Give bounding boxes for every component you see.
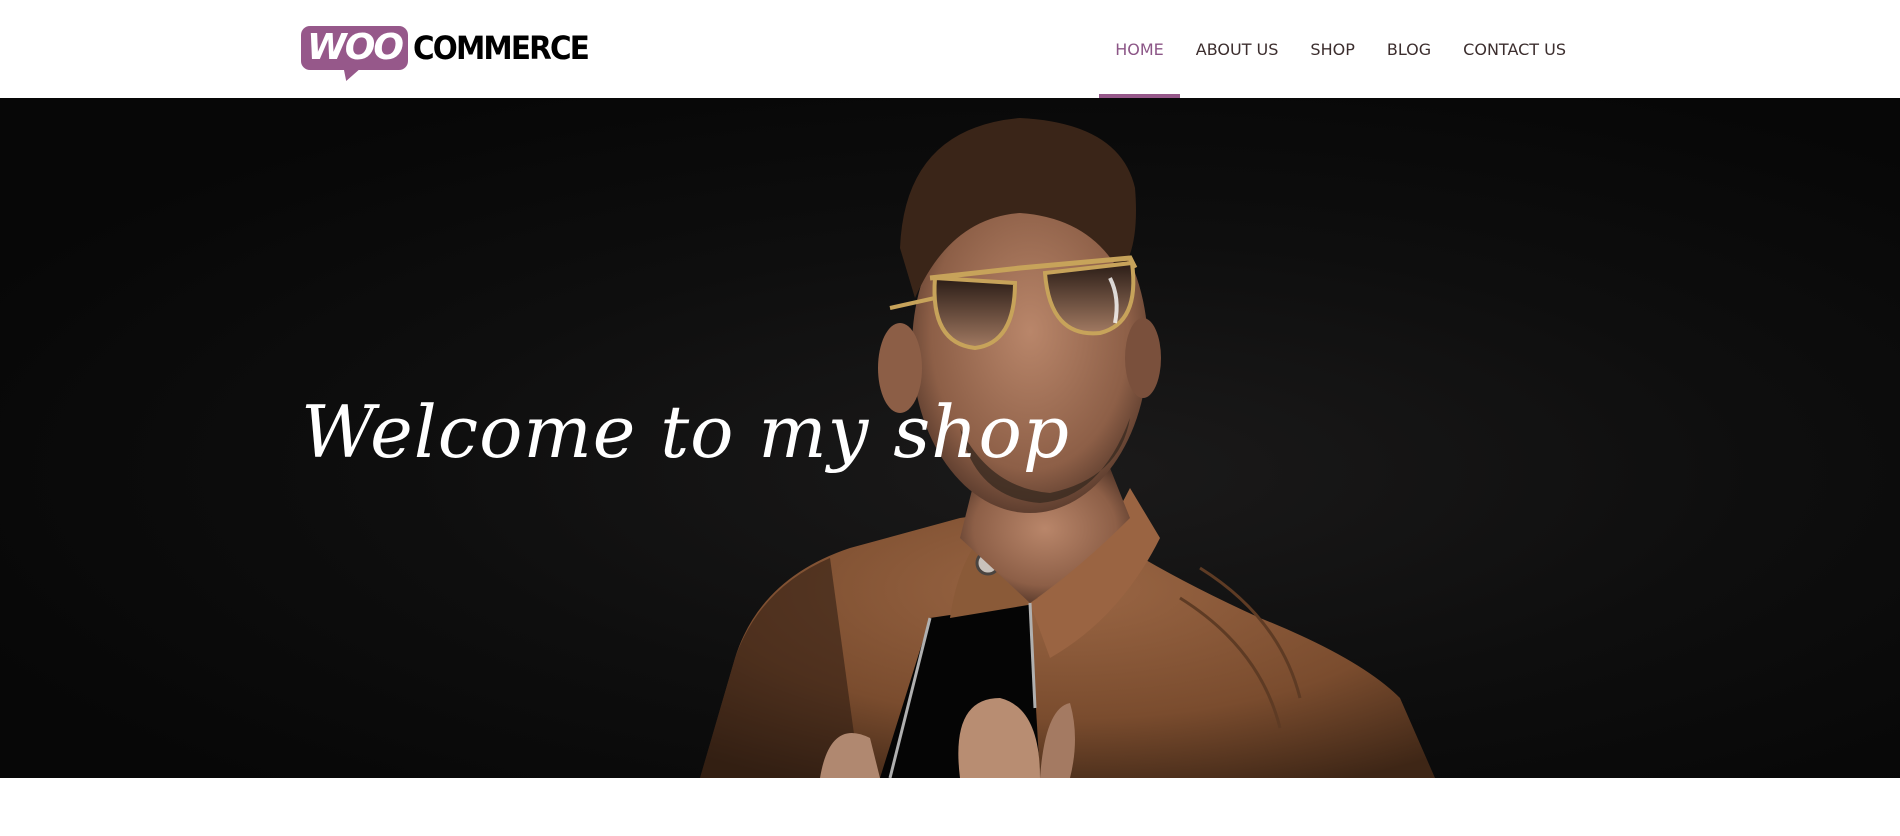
logo-commerce-text: COMMERCE	[412, 29, 590, 67]
main-navigation: HOME ABOUT US SHOP BLOG CONTACT US	[1099, 0, 1582, 98]
content-area	[0, 778, 1900, 836]
hero-title: Welcome to my shop	[301, 390, 1070, 474]
nav-about-us[interactable]: ABOUT US	[1180, 0, 1295, 98]
logo-woo-text: WOO	[307, 27, 404, 68]
site-header: WOO COMMERCE HOME ABOUT US SHOP BLOG CON…	[0, 0, 1900, 98]
hero-banner: Welcome to my shop	[0, 98, 1900, 778]
logo-speech-tail	[338, 69, 360, 81]
nav-home[interactable]: HOME	[1099, 0, 1180, 98]
nav-shop[interactable]: SHOP	[1294, 0, 1370, 98]
logo-woo-badge: WOO	[301, 26, 408, 81]
nav-contact-us[interactable]: CONTACT US	[1447, 0, 1582, 98]
nav-blog[interactable]: BLOG	[1371, 0, 1447, 98]
woocommerce-logo[interactable]: WOO COMMERCE	[301, 22, 603, 81]
